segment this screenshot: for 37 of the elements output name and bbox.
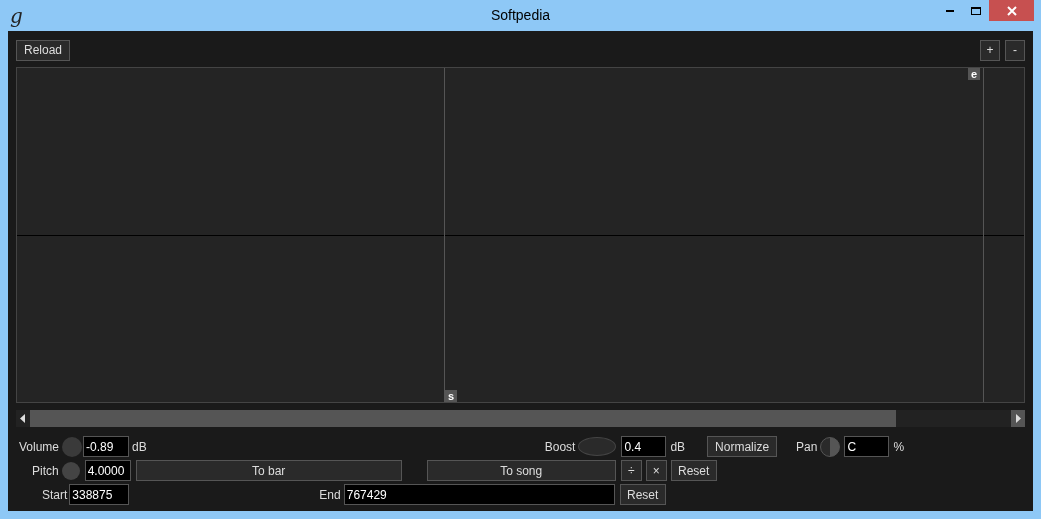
horizontal-scrollbar[interactable]: [16, 410, 1025, 427]
pan-field[interactable]: C: [844, 436, 890, 457]
pan-knob[interactable]: [820, 436, 841, 457]
end-marker[interactable]: e: [968, 68, 981, 80]
pan-unit: %: [893, 438, 905, 456]
pitch-reset-button[interactable]: Reset: [670, 460, 717, 481]
volume-label: Volume: [19, 438, 60, 456]
multiply-button[interactable]: ×: [645, 460, 667, 481]
pan-label: Pan: [796, 438, 818, 456]
app-logo: g: [10, 2, 23, 30]
start-label: Start: [42, 486, 68, 504]
divide-button[interactable]: ÷: [620, 460, 642, 481]
start-field[interactable]: 338875: [69, 484, 130, 505]
end-field[interactable]: 767429: [343, 484, 615, 505]
reload-button[interactable]: Reload: [16, 39, 71, 61]
volume-unit: dB: [132, 438, 147, 456]
boost-field[interactable]: 0.4: [621, 436, 667, 457]
to-song-button[interactable]: To song: [426, 460, 616, 481]
zoom-out-button[interactable]: -: [1005, 39, 1025, 61]
boost-knob[interactable]: [578, 437, 617, 456]
zoom-in-button[interactable]: +: [980, 39, 1000, 61]
pitch-knob[interactable]: [61, 461, 80, 480]
volume-field[interactable]: -0.89: [83, 436, 130, 457]
range-reset-button[interactable]: Reset: [619, 484, 666, 505]
scroll-right-icon: [1011, 410, 1025, 427]
to-bar-button[interactable]: To bar: [135, 460, 402, 481]
pitch-field[interactable]: 4.0000: [84, 460, 131, 481]
close-icon: [1006, 5, 1017, 16]
end-label: End: [319, 486, 341, 504]
pitch-label: Pitch: [32, 462, 59, 480]
volume-knob[interactable]: [62, 436, 83, 457]
boost-label: Boost: [544, 438, 576, 456]
boost-unit: dB: [670, 438, 686, 456]
window-title: Softpedia: [490, 6, 551, 25]
normalize-button[interactable]: Normalize: [707, 436, 778, 457]
close-button[interactable]: [989, 0, 1034, 21]
start-marker[interactable]: s: [445, 390, 458, 402]
